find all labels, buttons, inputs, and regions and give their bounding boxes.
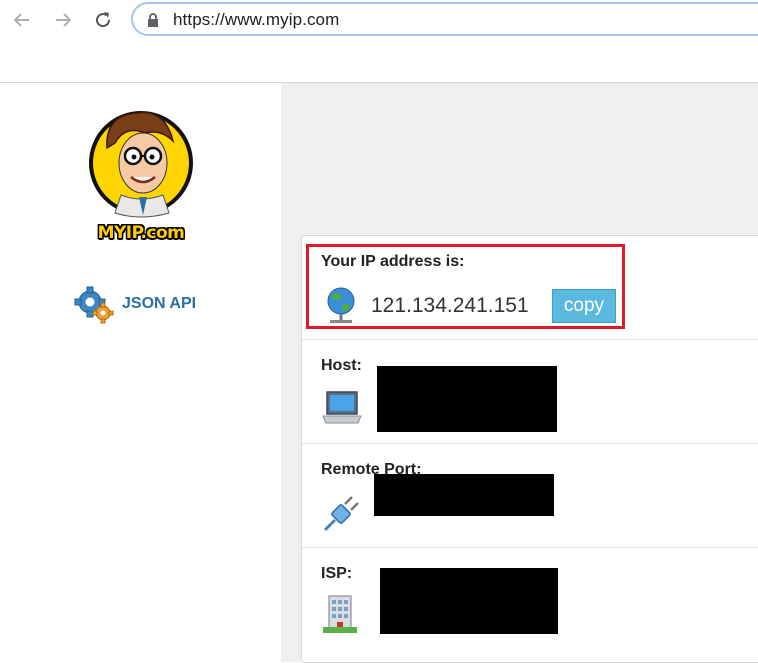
- remote-port-redacted: [374, 474, 554, 516]
- ip-address-row: Your IP address is: 121.134.241.151 copy: [302, 236, 758, 340]
- back-button[interactable]: [10, 8, 34, 32]
- gear-icon: [74, 286, 114, 324]
- plug-icon: [323, 496, 359, 532]
- json-api-label: JSON API: [122, 295, 197, 312]
- ip-address-label: Your IP address is:: [321, 253, 465, 270]
- myip-logo[interactable]: MYIP.com: [85, 103, 197, 248]
- laptop-icon: [322, 391, 362, 424]
- url-text: https://www.myip.com: [173, 10, 340, 29]
- host-row: Host:: [302, 340, 758, 444]
- page: MYIP.com JSON API Your IP address is: 12…: [0, 83, 758, 663]
- back-arrow-icon: [13, 13, 29, 27]
- ip-info-panel: Your IP address is: 121.134.241.151 copy…: [301, 235, 758, 663]
- isp-row: ISP:: [302, 548, 758, 662]
- reload-button[interactable]: [91, 8, 115, 32]
- remote-port-row: Remote Port:: [302, 444, 758, 548]
- isp-label: ISP:: [321, 565, 353, 582]
- reload-icon: [96, 12, 111, 28]
- ip-address-value: 121.134.241.151: [371, 294, 529, 317]
- globe-icon: [327, 287, 355, 323]
- host-redacted: [377, 366, 557, 432]
- forward-arrow-icon: [56, 13, 72, 27]
- forward-button[interactable]: [51, 8, 75, 32]
- browser-toolbar: https://www.myip.com: [0, 0, 758, 83]
- address-bar[interactable]: https://www.myip.com: [131, 2, 758, 36]
- logo-text: MYIP.com: [97, 223, 185, 243]
- lock-icon: [148, 13, 158, 27]
- isp-redacted: [380, 568, 558, 634]
- json-api-link[interactable]: JSON API: [74, 284, 196, 324]
- building-icon: [323, 595, 357, 633]
- sidebar: MYIP.com JSON API: [0, 83, 281, 662]
- copy-button[interactable]: copy: [552, 289, 616, 323]
- host-label: Host:: [321, 357, 362, 374]
- mascot-icon: [89, 111, 193, 218]
